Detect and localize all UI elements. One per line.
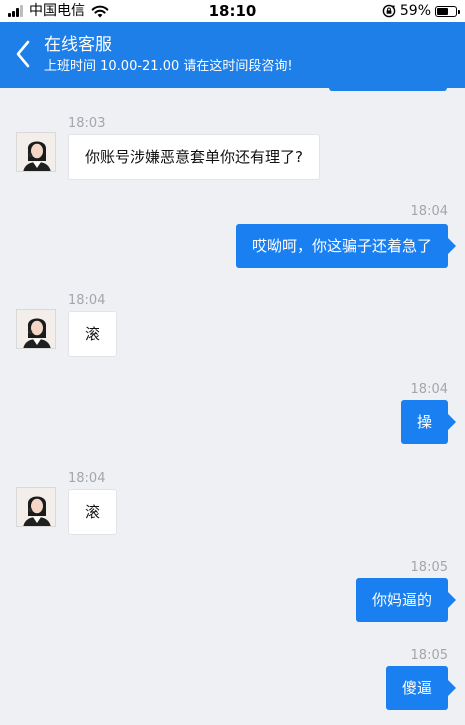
agent-avatar[interactable]: [16, 487, 56, 527]
status-bar: 中国电信 18:10 59%: [0, 0, 465, 22]
agent-avatar[interactable]: [16, 309, 56, 349]
message-timestamp: 18:05: [410, 560, 448, 575]
outgoing-message-bubble: 你妈逼的: [355, 578, 457, 622]
battery-percent: 59%: [399, 3, 431, 19]
chevron-left-icon: [16, 40, 30, 68]
incoming-message-bubble: 滚: [68, 311, 118, 357]
status-bar-right: 59%: [382, 3, 460, 19]
agent-portrait-icon: [17, 133, 55, 171]
service-hours-notice: 上班时间 10.00-21.00 请在这时间段咨询!: [44, 59, 293, 74]
chat-header: 在线客服 上班时间 10.00-21.00 请在这时间段咨询!: [0, 22, 465, 88]
message-timestamp: 18:03: [68, 116, 106, 131]
message-timestamp: 18:04: [410, 204, 448, 219]
agent-portrait-icon: [17, 488, 55, 526]
message-timestamp: 18:04: [68, 471, 106, 486]
back-button[interactable]: [10, 34, 36, 74]
incoming-message-bubble: 你账号涉嫌恶意套单你还有理了?: [68, 134, 320, 180]
page-title: 在线客服: [44, 35, 112, 55]
agent-portrait-icon: [17, 310, 55, 348]
previous-message-bubble: [329, 88, 447, 91]
outgoing-message-bubble: 傻逼: [385, 666, 457, 710]
outgoing-message-bubble: 操: [400, 400, 457, 444]
outgoing-message-bubble: 哎呦呵，你这骗子还着急了: [235, 224, 457, 268]
agent-avatar[interactable]: [16, 132, 56, 172]
message-timestamp: 18:04: [68, 293, 106, 308]
battery-level: [437, 7, 448, 15]
chat-message-list[interactable]: 18:03 你账号涉嫌恶意套单你还有理了? 18:04 哎呦呵，你这骗子还着急了…: [0, 88, 465, 725]
incoming-message-bubble: 滚: [68, 489, 118, 535]
message-timestamp: 18:04: [410, 382, 448, 397]
battery-icon: [435, 5, 460, 17]
rotation-lock-icon: [382, 4, 396, 18]
message-timestamp: 18:05: [410, 648, 448, 663]
